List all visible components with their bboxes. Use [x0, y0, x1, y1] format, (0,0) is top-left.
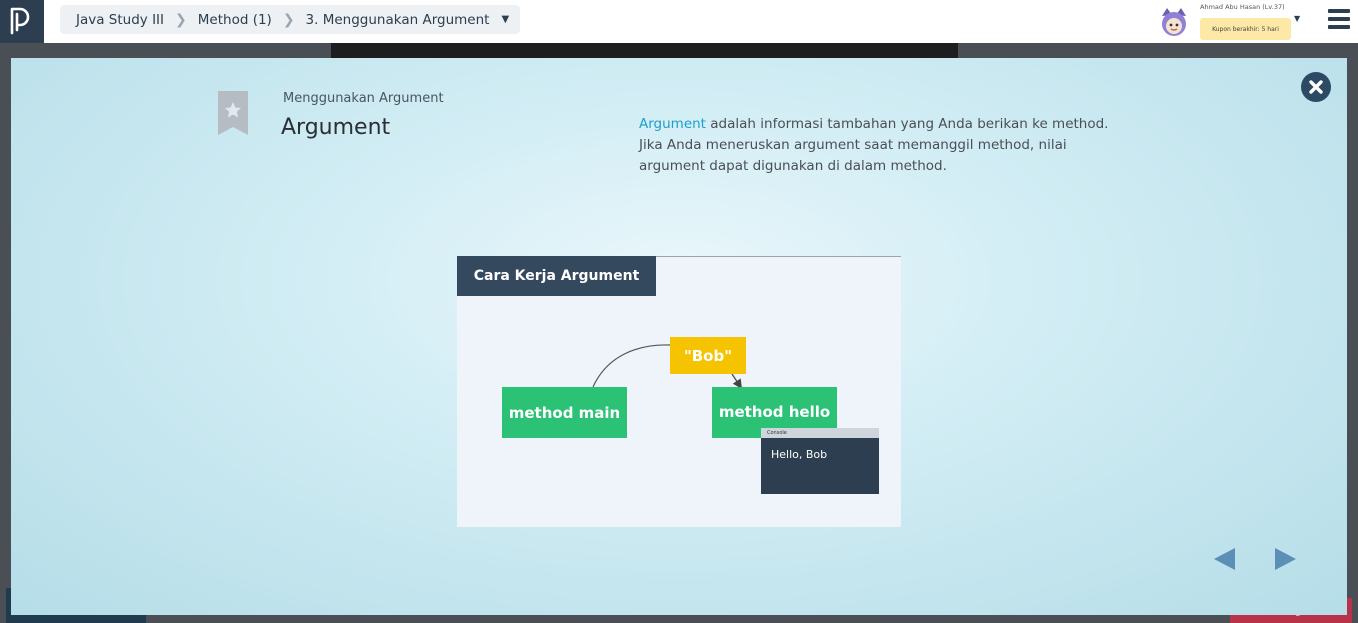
- console-title: Console: [761, 428, 879, 438]
- logo-icon[interactable]: [0, 0, 44, 43]
- arrow-left-icon[interactable]: [1213, 547, 1237, 571]
- chevron-right-icon: ❯: [175, 11, 187, 28]
- chevron-right-icon: ❯: [282, 11, 295, 28]
- close-icon[interactable]: [1301, 72, 1331, 102]
- hamburger-icon[interactable]: [1328, 9, 1350, 31]
- description-text: adalah informasi tambahan yang Anda beri…: [639, 116, 1109, 174]
- caret-down-icon[interactable]: ▼: [1294, 14, 1300, 23]
- argument-value-box: "Bob": [670, 337, 746, 374]
- slide-modal: Menggunakan Argument Argument Argument a…: [11, 58, 1347, 615]
- breadcrumb-lesson[interactable]: 3. Menggunakan Argument: [306, 12, 490, 28]
- coupon-badge[interactable]: Kupon berakhir: 5 hari: [1200, 18, 1291, 40]
- user-name[interactable]: Ahmad Abu Hasan (Lv.37): [1200, 3, 1285, 11]
- arrow-right-icon[interactable]: [1273, 547, 1297, 571]
- caret-down-icon[interactable]: ▼: [501, 14, 509, 25]
- console-window: Console Hello, Bob: [761, 428, 879, 494]
- breadcrumb-course[interactable]: Java Study III: [76, 12, 164, 28]
- keyword-highlight: Argument: [639, 116, 706, 132]
- avatar-icon[interactable]: [1158, 6, 1190, 38]
- bookmark-star-icon[interactable]: [216, 90, 250, 136]
- lesson-title: Argument: [281, 115, 391, 140]
- top-bar: Java Study III ❯ Method (1) ❯ 3. Menggun…: [0, 0, 1358, 43]
- breadcrumb: Java Study III ❯ Method (1) ❯ 3. Menggun…: [60, 5, 520, 34]
- background-video: [331, 43, 958, 58]
- lesson-subtitle: Menggunakan Argument: [283, 91, 444, 106]
- breadcrumb-chapter[interactable]: Method (1): [198, 12, 272, 28]
- lesson-description: Argument adalah informasi tambahan yang …: [639, 114, 1119, 177]
- console-output: Hello, Bob: [771, 448, 828, 461]
- slide-image: Cara Kerja Argument method main method h…: [457, 256, 901, 527]
- method-main-box: method main: [502, 387, 627, 438]
